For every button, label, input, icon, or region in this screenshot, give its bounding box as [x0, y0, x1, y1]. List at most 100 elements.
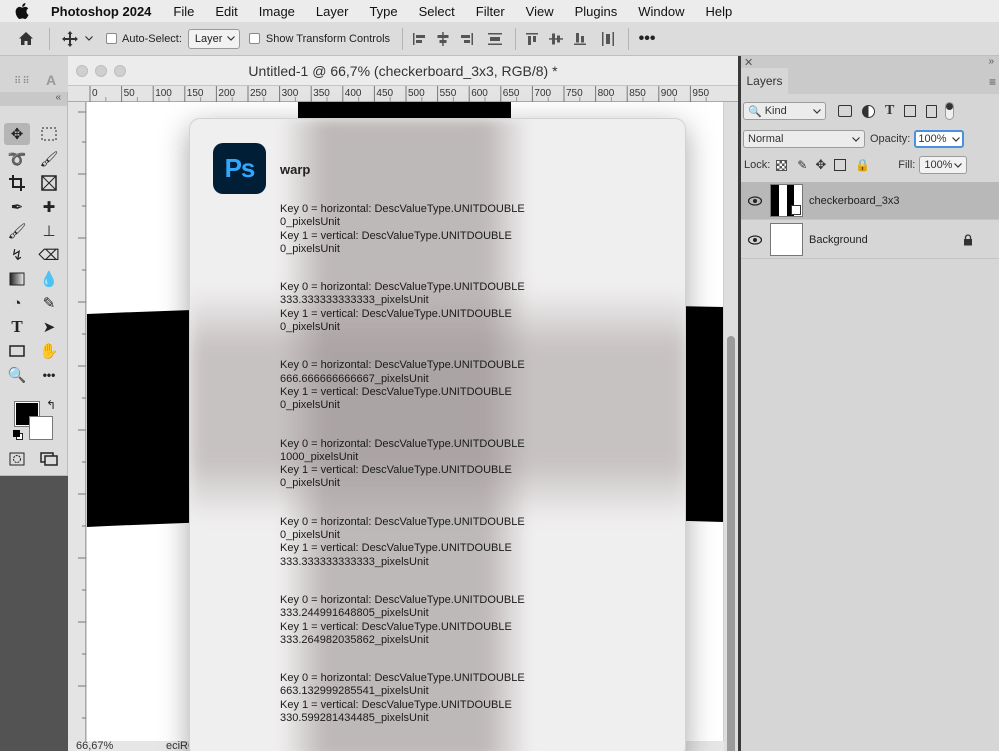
- zoom-level[interactable]: 66,67%: [76, 740, 113, 751]
- quick-select-tool[interactable]: 🖌: [36, 148, 62, 170]
- pen-tool[interactable]: ✎: [36, 292, 62, 314]
- eraser-tool[interactable]: ⌫: [36, 244, 62, 266]
- quick-mask-icon[interactable]: [4, 448, 30, 470]
- tools-panel-header[interactable]: «: [0, 92, 67, 106]
- ruler-tick-label: 500: [408, 88, 425, 99]
- close-window-button[interactable]: [76, 65, 88, 77]
- align-center-h-icon[interactable]: [433, 31, 453, 46]
- background-color-swatch[interactable]: [29, 416, 53, 440]
- zoom-tool[interactable]: 🔍: [4, 364, 30, 386]
- lock-transparency-icon[interactable]: [776, 159, 788, 171]
- filter-kind-select[interactable]: 🔍 Kind: [743, 102, 826, 120]
- lock-icon[interactable]: [963, 234, 973, 246]
- zoom-window-button[interactable]: [114, 65, 126, 77]
- minimize-window-button[interactable]: [95, 65, 107, 77]
- document-title-bar[interactable]: Untitled-1 @ 66,7% (checkerboard_3x3, RG…: [68, 56, 738, 86]
- move-tool-icon[interactable]: [60, 29, 80, 49]
- horizontal-ruler[interactable]: 0 50 100 150 200 250 300 350 400 450 500 550 600 650 7…: [68, 86, 738, 102]
- layer-row-checkerboard[interactable]: checkerboard_3x3: [741, 182, 999, 220]
- path-select-tool[interactable]: ➤: [36, 316, 62, 338]
- lock-artboard-icon[interactable]: [834, 159, 847, 171]
- collapse-icon[interactable]: «: [55, 92, 61, 103]
- frame-tool[interactable]: [36, 172, 62, 194]
- gradient-tool[interactable]: [4, 268, 30, 290]
- menu-layer[interactable]: Layer: [316, 4, 349, 19]
- move-tool[interactable]: ✥: [4, 123, 30, 145]
- home-icon[interactable]: [13, 26, 39, 52]
- ruler-tick-label: 850: [629, 88, 646, 99]
- menu-window[interactable]: Window: [638, 4, 684, 19]
- menu-plugins[interactable]: Plugins: [575, 4, 618, 19]
- blend-mode-select[interactable]: Normal: [743, 130, 865, 148]
- more-options-icon[interactable]: •••: [637, 30, 657, 48]
- menu-edit[interactable]: Edit: [215, 4, 237, 19]
- options-bar: Auto-Select: Layer Show Transform Contro…: [0, 22, 999, 56]
- healing-brush-tool[interactable]: ✚: [36, 196, 62, 218]
- eye-icon[interactable]: [748, 196, 762, 206]
- distribute-v-icon[interactable]: [598, 31, 618, 46]
- align-right-icon[interactable]: [457, 32, 477, 46]
- layer-row-background[interactable]: Background: [741, 221, 999, 259]
- align-bottom-icon[interactable]: [570, 32, 590, 46]
- filter-toggle[interactable]: [945, 102, 955, 120]
- blur-tool[interactable]: 💧: [36, 268, 62, 290]
- rectangle-tool[interactable]: [4, 340, 30, 362]
- menu-view[interactable]: View: [526, 4, 554, 19]
- dodge-tool[interactable]: ◔: [4, 292, 30, 314]
- opacity-field[interactable]: 100%: [914, 130, 965, 148]
- lock-pixels-icon[interactable]: ✎: [797, 158, 807, 172]
- layer-name[interactable]: checkerboard_3x3: [809, 195, 900, 207]
- brush-tool[interactable]: 🖌: [4, 220, 30, 242]
- default-colors-icon[interactable]: [13, 430, 23, 440]
- message-line: 1000_pixelsUnit: [280, 450, 359, 463]
- type-tool[interactable]: T: [4, 316, 30, 338]
- align-left-icon[interactable]: [409, 32, 429, 46]
- eye-icon[interactable]: [748, 235, 762, 245]
- crop-tool[interactable]: [4, 172, 30, 194]
- lasso-tool[interactable]: ➰: [4, 148, 30, 170]
- tab-layers[interactable]: Layers: [741, 68, 788, 94]
- pixel-layer-filter-icon[interactable]: [838, 105, 852, 117]
- message-line: Key 1 = vertical: DescValueType.UNITDOUB…: [280, 307, 512, 320]
- scrollbar-thumb[interactable]: [727, 336, 735, 751]
- align-top-icon[interactable]: [522, 32, 542, 46]
- smart-object-filter-icon[interactable]: [926, 104, 938, 118]
- vertical-ruler[interactable]: [68, 102, 86, 742]
- fill-field[interactable]: 100%: [919, 156, 968, 174]
- more-tools-icon[interactable]: •••: [36, 364, 62, 386]
- show-transform-checkbox[interactable]: [248, 33, 260, 44]
- ruler-tick-label: 400: [345, 88, 362, 99]
- menu-help[interactable]: Help: [706, 4, 733, 19]
- screen-mode-icon[interactable]: [36, 448, 62, 470]
- lock-position-icon[interactable]: ✥: [815, 157, 826, 173]
- menu-image[interactable]: Image: [259, 4, 295, 19]
- adjustment-filter-icon[interactable]: [862, 104, 875, 118]
- panel-menu-icon[interactable]: ≡: [989, 75, 996, 89]
- lock-label: Lock:: [744, 159, 771, 171]
- menu-type[interactable]: Type: [369, 4, 397, 19]
- shape-filter-icon[interactable]: [904, 105, 917, 117]
- app-name[interactable]: Photoshop 2024: [51, 4, 151, 19]
- message-line: Key 1 = vertical: DescValueType.UNITDOUB…: [280, 620, 512, 633]
- layer-name[interactable]: Background: [809, 234, 868, 246]
- menu-file[interactable]: File: [173, 4, 194, 19]
- hand-tool[interactable]: ✋: [36, 340, 62, 362]
- marquee-tool[interactable]: [36, 123, 62, 145]
- swap-colors-icon[interactable]: ↰: [46, 398, 56, 412]
- distribute-icon[interactable]: [485, 32, 505, 46]
- lock-all-icon[interactable]: 🔒: [855, 158, 870, 172]
- vertical-scrollbar[interactable]: [724, 102, 738, 751]
- auto-select-checkbox[interactable]: [106, 33, 117, 44]
- apple-icon[interactable]: [15, 3, 37, 19]
- type-filter-icon[interactable]: T: [885, 103, 894, 119]
- clone-stamp-tool[interactable]: ⊥: [36, 220, 62, 242]
- align-middle-v-icon[interactable]: [546, 32, 566, 46]
- chevron-down-icon[interactable]: [84, 36, 94, 41]
- menu-select[interactable]: Select: [419, 4, 455, 19]
- menu-filter[interactable]: Filter: [476, 4, 505, 19]
- history-brush-tool[interactable]: ↯: [4, 244, 30, 266]
- expand-panel-icon[interactable]: »: [988, 56, 994, 67]
- message-line: 333.264982035862_pixelsUnit: [280, 633, 429, 646]
- eyedropper-tool[interactable]: ✒: [4, 196, 30, 218]
- auto-select-target-select[interactable]: Layer: [187, 28, 240, 49]
